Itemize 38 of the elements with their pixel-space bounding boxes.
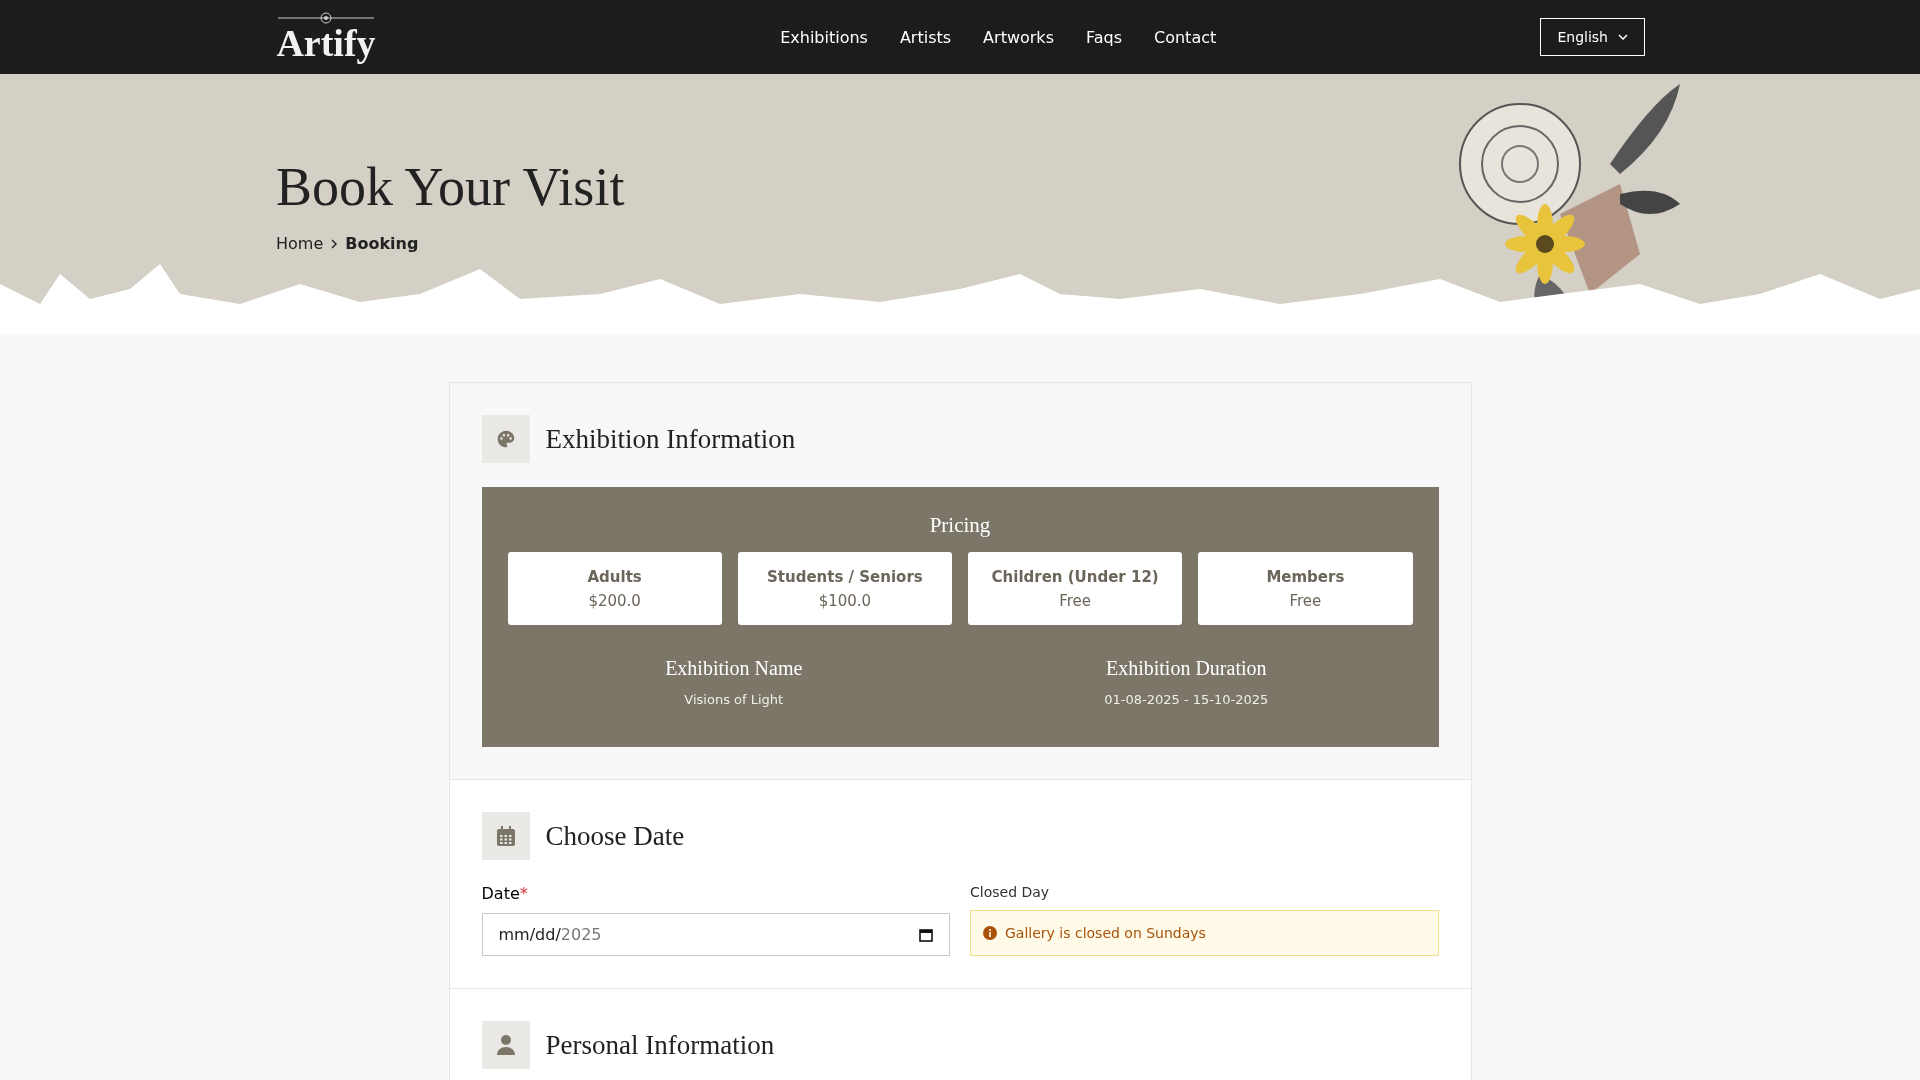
palette-icon — [495, 429, 516, 449]
price-label: Students / Seniors — [767, 567, 923, 586]
person-icon — [496, 1035, 515, 1055]
field-label: Closed Day — [970, 884, 1051, 900]
nav-link[interactable]: Exhibitions — [780, 27, 868, 47]
section-title: Exhibition Information — [545, 423, 796, 455]
nav-link[interactable]: Contact — [1154, 27, 1217, 47]
breadcrumb-current: Booking — [345, 234, 419, 253]
detail-label: Exhibition Duration — [1105, 657, 1267, 680]
section-title: Personal Information — [545, 1029, 775, 1061]
detail-label: Exhibition Name — [665, 657, 803, 680]
price-value: Free — [1289, 591, 1322, 610]
calendar-icon[interactable] — [919, 927, 933, 942]
detail-value: 01-08-2025 - 15-10-2025 — [1104, 692, 1269, 707]
section-title: Choose Date — [545, 820, 685, 852]
price-label: Children (Under 12) — [991, 567, 1159, 586]
page-title: Book Your Visit — [276, 156, 626, 218]
price-value: Free — [1059, 591, 1092, 610]
price-value: $100.0 — [818, 591, 872, 610]
calendar-icon — [496, 826, 515, 846]
date-input-field[interactable]: mm/dd/2025 — [481, 913, 950, 956]
detail-value: Visions of Light — [684, 692, 784, 707]
breadcrumb-link[interactable]: Home — [276, 234, 324, 253]
nav-link[interactable]: Faqs — [1085, 27, 1122, 47]
nav-link[interactable]: Artworks — [983, 27, 1054, 47]
ornament-icon — [276, 12, 376, 24]
price-value: $200.0 — [588, 591, 641, 610]
chevron-right-icon — [331, 238, 338, 249]
chevron-down-icon — [1618, 34, 1628, 40]
pricing-title: Pricing — [929, 513, 991, 538]
artify-logo[interactable]: Artify — [276, 12, 376, 62]
price-label: Members — [1266, 567, 1345, 586]
info-icon — [983, 926, 997, 940]
nav-link[interactable]: Artists — [899, 27, 952, 47]
price-label: Adults — [587, 567, 642, 586]
language-select[interactable]: English — [1540, 18, 1645, 56]
notice-text: Gallery is closed on Sundays — [1005, 925, 1206, 941]
field-label: Date* — [481, 884, 529, 903]
